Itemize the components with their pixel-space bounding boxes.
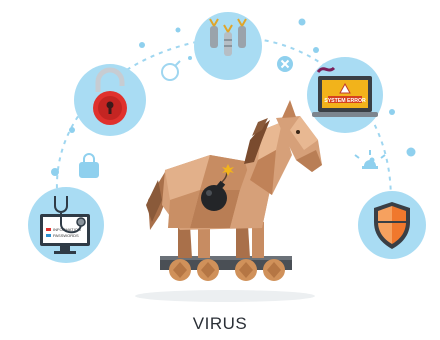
system-error-text: SYSTEM ERROR — [324, 98, 366, 104]
monitor-line-2: PASSWORDS — [53, 233, 79, 238]
monitor-circle: INFORMATION PASSWORDS — [28, 187, 104, 263]
bomb-icon — [161, 60, 181, 81]
laptop-circle: SYSTEM ERROR — [307, 57, 383, 133]
bug-circle — [194, 12, 262, 80]
trojan-horse-icon — [135, 100, 322, 302]
closed-padlock-icon — [79, 153, 99, 178]
close-icon — [277, 56, 293, 72]
open-padlock-circle — [74, 64, 146, 136]
shield-circle — [358, 191, 426, 259]
caption-title: VIRUS — [192, 314, 248, 333]
illustration-canvas: SYSTEM ERROR INFORMATION PASSWORDS — [28, 12, 426, 302]
